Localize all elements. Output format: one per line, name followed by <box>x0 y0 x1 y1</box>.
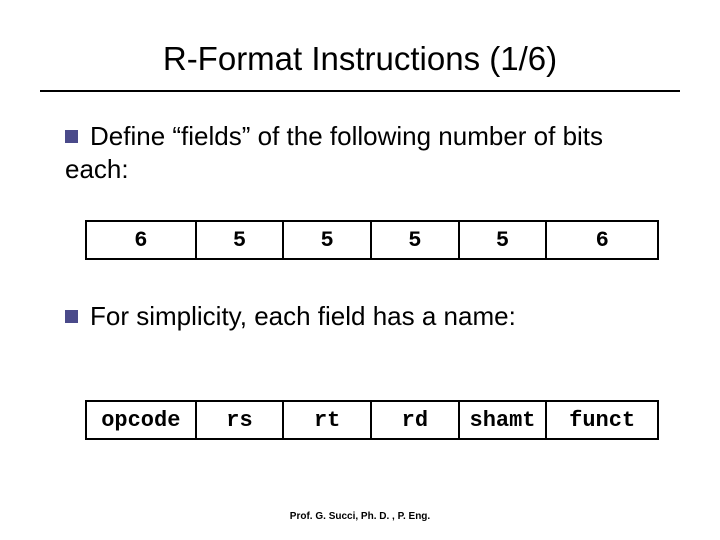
square-bullet-icon <box>65 130 78 143</box>
bits-cell: 5 <box>197 222 285 258</box>
bits-cell: 5 <box>372 222 460 258</box>
footer: Prof. G. Succi, Ph. D. , P. Eng. <box>0 511 720 522</box>
names-cell: rd <box>372 402 460 438</box>
slide-title: R-Format Instructions (1/6) <box>0 40 720 78</box>
bullet-item-1: Define “fields” of the following number … <box>65 120 665 185</box>
names-cell: rs <box>197 402 285 438</box>
title-underline <box>40 90 680 92</box>
bullet-text-1: Define “fields” of the following number … <box>65 121 603 184</box>
bits-cell: 5 <box>460 222 548 258</box>
bits-table: 6 5 5 5 5 6 <box>85 220 659 260</box>
names-cell: rt <box>284 402 372 438</box>
bits-cell: 6 <box>87 222 197 258</box>
slide: R-Format Instructions (1/6) Define “fiel… <box>0 0 720 540</box>
names-table: opcode rs rt rd shamt funct <box>85 400 659 440</box>
bullet-text-2: For simplicity, each field has a name: <box>90 301 516 331</box>
names-cell: opcode <box>87 402 197 438</box>
square-bullet-icon <box>65 310 78 323</box>
names-cell: funct <box>547 402 657 438</box>
bits-cell: 5 <box>284 222 372 258</box>
names-cell: shamt <box>460 402 548 438</box>
bullet-item-2: For simplicity, each field has a name: <box>65 300 665 333</box>
bits-cell: 6 <box>547 222 657 258</box>
